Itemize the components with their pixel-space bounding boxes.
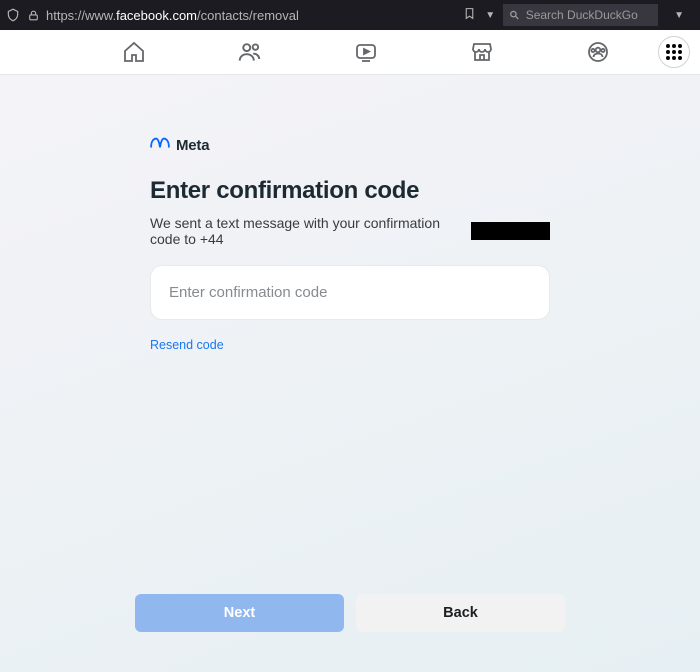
url-path: /contacts/removal <box>197 8 299 23</box>
search-icon <box>509 9 520 21</box>
redacted-phone <box>471 222 550 240</box>
menu-grid-button[interactable] <box>658 36 690 68</box>
page-subtext: We sent a text message with your confirm… <box>150 215 550 247</box>
friends-icon[interactable] <box>236 38 264 66</box>
bookmark-icon[interactable] <box>463 7 477 23</box>
meta-brand-text: Meta <box>176 137 209 154</box>
home-icon[interactable] <box>120 38 148 66</box>
page-heading: Enter confirmation code <box>150 177 550 205</box>
marketplace-icon[interactable] <box>468 38 496 66</box>
url-display[interactable]: https://www.facebook.com/contacts/remova… <box>46 8 299 23</box>
meta-brand: Meta <box>150 135 550 155</box>
browser-search-box[interactable] <box>503 4 658 26</box>
main-content: Meta Enter confirmation code We sent a t… <box>0 75 700 672</box>
meta-logo-icon <box>150 135 170 155</box>
lock-icon <box>26 8 40 22</box>
url-domain: facebook.com <box>116 8 197 23</box>
shield-icon[interactable] <box>6 8 20 22</box>
groups-icon[interactable] <box>584 38 612 66</box>
chevron-down-icon[interactable]: ▼ <box>664 10 694 21</box>
grid-icon <box>666 44 682 60</box>
resend-code-link[interactable]: Resend code <box>150 338 224 352</box>
facebook-top-nav <box>0 30 700 75</box>
watch-icon[interactable] <box>352 38 380 66</box>
back-button[interactable]: Back <box>356 594 565 632</box>
browser-search-input[interactable] <box>526 8 652 22</box>
chevron-down-icon[interactable]: ▼ <box>483 10 497 21</box>
next-button[interactable]: Next <box>135 594 344 632</box>
subtext-copy: We sent a text message with your confirm… <box>150 215 467 247</box>
browser-address-bar: https://www.facebook.com/contacts/remova… <box>0 0 700 30</box>
confirmation-code-input[interactable] <box>150 265 550 320</box>
url-prefix: https://www. <box>46 8 116 23</box>
button-row: Next Back <box>135 594 565 632</box>
